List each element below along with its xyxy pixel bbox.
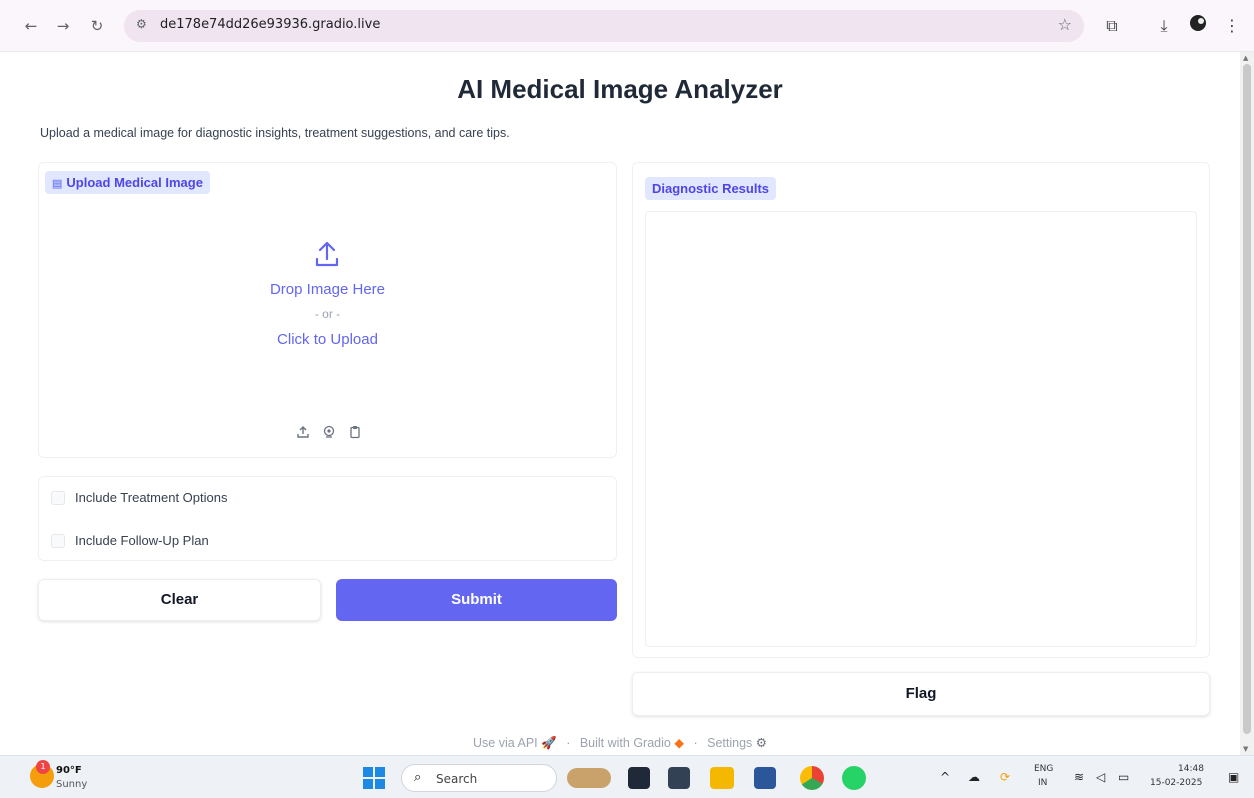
scroll-down-arrow-icon[interactable]: ▼	[1243, 745, 1248, 753]
webcam-icon[interactable]	[321, 425, 337, 441]
forward-icon[interactable]: →	[52, 15, 74, 37]
upload-label: Upload Medical Image	[66, 175, 203, 190]
upload-panel[interactable]: ▤ Upload Medical Image Drop Image Here - …	[38, 162, 617, 458]
followup-label[interactable]: Include Follow-Up Plan	[75, 533, 209, 548]
taskbar-search[interactable]: ⌕ Search	[401, 764, 557, 792]
drop-image-text[interactable]: Drop Image Here	[39, 281, 616, 298]
extensions-icon[interactable]: ⧉	[1100, 14, 1124, 38]
word-app-icon[interactable]	[754, 767, 776, 789]
sync-icon[interactable]: ⟳	[1000, 770, 1010, 784]
treatment-option[interactable]: Include Treatment Options	[51, 490, 227, 505]
weather-badge: 1	[36, 760, 50, 774]
results-panel: Diagnostic Results	[632, 162, 1210, 658]
url-text[interactable]: de178e74dd26e93936.gradio.live	[160, 17, 380, 32]
built-with-gradio-link[interactable]: Built with Gradio	[580, 736, 671, 750]
options-panel: Include Treatment Options Include Follow…	[38, 476, 617, 561]
task-view-icon[interactable]	[628, 767, 650, 789]
scroll-up-arrow-icon[interactable]: ▲	[1243, 54, 1248, 62]
submit-button[interactable]: Submit	[336, 579, 617, 621]
chrome-app-icon[interactable]	[800, 766, 824, 790]
treatment-checkbox[interactable]	[51, 490, 65, 505]
footer: Use via API 🚀 · Built with Gradio ◆ · Se…	[0, 735, 1240, 751]
settings-link[interactable]: Settings	[707, 736, 752, 750]
file-explorer-icon[interactable]	[710, 767, 734, 789]
language-indicator[interactable]: ENG	[1034, 764, 1053, 774]
flag-button[interactable]: Flag	[632, 672, 1210, 716]
address-bar[interactable]: ⚙ de178e74dd26e93936.gradio.live ☆	[124, 10, 1084, 42]
notification-icon[interactable]: ▣	[1228, 770, 1239, 784]
gear-icon: ⚙	[755, 736, 767, 750]
tray-chevron-up-icon[interactable]: ^	[940, 770, 950, 784]
language-region[interactable]: IN	[1038, 778, 1047, 788]
results-label-chip: Diagnostic Results	[645, 177, 777, 200]
source-selector	[289, 425, 369, 441]
search-icon: ⌕	[414, 770, 422, 785]
rocket-icon: 🚀	[541, 736, 557, 750]
gradio-app: AI Medical Image Analyzer Upload a medic…	[0, 52, 1240, 755]
upload-icon[interactable]	[295, 425, 311, 441]
followup-checkbox[interactable]	[51, 533, 65, 548]
results-output[interactable]	[645, 211, 1197, 647]
use-via-api-link[interactable]: Use via API	[473, 736, 538, 750]
page-scrollbar[interactable]: ▲ ▼	[1240, 52, 1254, 755]
click-to-upload-link[interactable]: Click to Upload	[39, 331, 616, 348]
image-icon: ▤	[52, 178, 63, 190]
treatment-label[interactable]: Include Treatment Options	[75, 490, 227, 505]
terminal-app-icon[interactable]	[668, 767, 690, 789]
site-info-icon[interactable]: ⚙	[136, 17, 147, 31]
widget-landscape-icon[interactable]	[567, 768, 611, 788]
whatsapp-app-icon[interactable]	[842, 766, 866, 790]
weather-temp[interactable]: 90°F	[56, 765, 82, 776]
footer-separator: ·	[693, 736, 698, 750]
profile-avatar-icon[interactable]	[1186, 14, 1210, 38]
reload-icon[interactable]: ↻	[86, 15, 108, 37]
wifi-icon[interactable]: ≋	[1074, 770, 1084, 784]
clock-date[interactable]: 15-02-2025	[1150, 778, 1202, 788]
bookmark-star-icon[interactable]: ☆	[1058, 15, 1072, 34]
windows-start-icon[interactable]	[363, 767, 385, 789]
browser-menu-icon[interactable]: ⋮	[1220, 14, 1244, 38]
or-separator: - or -	[314, 307, 341, 321]
page-description: Upload a medical image for diagnostic in…	[40, 126, 510, 140]
clock-time[interactable]: 14:48	[1178, 764, 1204, 774]
upload-arrow-icon[interactable]	[309, 237, 345, 273]
page-title: AI Medical Image Analyzer	[457, 74, 783, 104]
footer-separator: ·	[566, 736, 571, 750]
download-icon[interactable]: ⤓	[1152, 14, 1176, 38]
gradio-logo-icon: ◆	[674, 736, 684, 750]
windows-taskbar: 1 90°F Sunny ⌕ Search ^ ☁ ⟳ ENG IN ≋ ◁ ▭…	[0, 755, 1254, 798]
back-icon[interactable]: ←	[20, 15, 42, 37]
cloud-icon[interactable]: ☁	[968, 770, 980, 784]
taskbar-search-label[interactable]: Search	[436, 772, 477, 786]
scroll-thumb[interactable]	[1243, 64, 1251, 734]
upload-label-chip: ▤ Upload Medical Image	[45, 171, 210, 194]
browser-toolbar: ← → ↻ ⚙ de178e74dd26e93936.gradio.live ☆…	[0, 0, 1254, 52]
clear-button[interactable]: Clear	[38, 579, 321, 621]
followup-option[interactable]: Include Follow-Up Plan	[51, 533, 209, 548]
weather-condition[interactable]: Sunny	[56, 779, 87, 790]
battery-icon[interactable]: ▭	[1118, 770, 1129, 784]
clipboard-icon[interactable]	[347, 425, 363, 441]
volume-icon[interactable]: ◁	[1096, 770, 1105, 784]
